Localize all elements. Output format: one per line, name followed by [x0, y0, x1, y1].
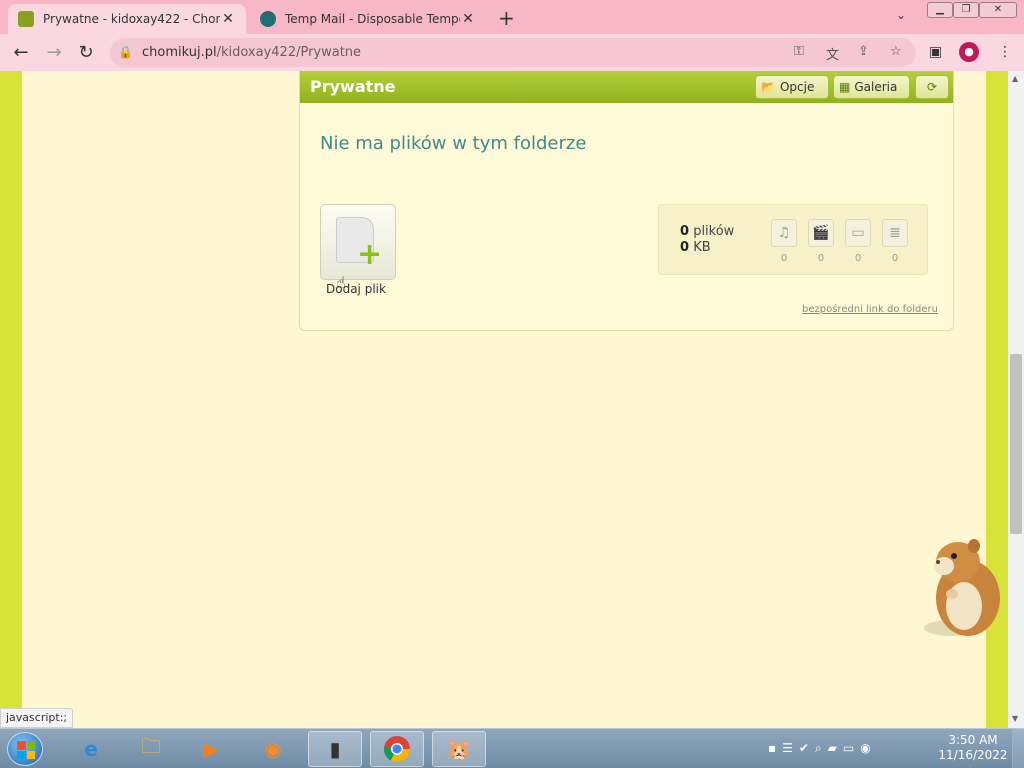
music-icon[interactable]: ♫	[771, 219, 797, 247]
image-count: 0	[854, 253, 862, 264]
media-player-icon[interactable]: ▶	[184, 731, 238, 767]
chrome-logo-icon	[383, 736, 411, 763]
system-clock[interactable]: 3:50 AM 11/16/2022	[938, 733, 1008, 763]
folder-header: Prywatne 📂 Opcje ▦ Galeria ⟳	[300, 71, 953, 103]
folder-gear-icon: 📂	[761, 80, 776, 94]
tab-temp-mail[interactable]: Temp Mail - Disposable Temporary Email ✕	[250, 4, 486, 34]
options-button[interactable]: 📂 Opcje	[755, 75, 829, 99]
scroll-up-arrow-icon[interactable]: ▲	[1012, 74, 1018, 83]
chrome-icon[interactable]	[370, 731, 424, 767]
page-scrollbar[interactable]: ▲ ▼	[1008, 71, 1024, 728]
size-unit: KB	[693, 240, 711, 255]
empty-folder-message: Nie ma plików w tym folderze	[320, 133, 587, 154]
tab-title: Prywatne - kidoxay422 - Chomikuj	[43, 12, 220, 26]
browser-toolbar: ← → ↻ 🔒 chomikuj.pl/kidoxay422/Prywatne …	[0, 34, 1024, 71]
scrollbar-thumb[interactable]	[1010, 354, 1022, 534]
hamster-mascot-icon[interactable]	[922, 536, 1006, 640]
video-count: 0	[817, 253, 825, 264]
tab-strip: Prywatne - kidoxay422 - Chomikuj ✕ Temp …	[0, 0, 1024, 34]
tab-close-icon[interactable]: ✕	[460, 11, 476, 27]
clock-time: 3:50 AM	[948, 733, 998, 747]
grid-icon: ▦	[839, 80, 851, 94]
chomikuj-favicon-icon	[18, 11, 34, 27]
folder-title: Prywatne	[310, 77, 396, 96]
left-stripe	[0, 71, 22, 728]
direct-folder-link[interactable]: bezpośredni link do folderu	[802, 304, 938, 315]
clock-date: 11/16/2022	[938, 748, 1008, 762]
folder-panel: Prywatne 📂 Opcje ▦ Galeria ⟳ Nie ma plik…	[299, 71, 954, 331]
page-content: Prywatne 📂 Opcje ▦ Galeria ⟳ Nie ma plik…	[0, 71, 1008, 728]
forward-button[interactable]: →	[41, 40, 67, 66]
system-tray[interactable]: ▪☰✔⌕▰▭◉	[768, 741, 877, 756]
share-icon[interactable]: ⇪	[858, 44, 869, 59]
hand-cursor-icon: ☝	[336, 273, 346, 292]
translate-icon[interactable]: 文	[826, 44, 839, 63]
menu-kebab-icon[interactable]: ⋮	[998, 44, 1012, 60]
size-line: 0 KB	[680, 240, 711, 255]
size-value: 0	[680, 240, 690, 255]
plus-icon: +	[357, 237, 383, 272]
windows-logo-icon	[17, 741, 35, 759]
temp-mail-favicon-icon	[260, 11, 276, 27]
files-count-line: 0 plików	[680, 224, 734, 239]
bookmark-star-icon[interactable]: ☆	[890, 44, 902, 59]
reload-button[interactable]: ↻	[73, 40, 99, 66]
add-file-label[interactable]: Dodaj plik	[326, 282, 386, 296]
address-bar[interactable]: 🔒 chomikuj.pl/kidoxay422/Prywatne ⚿ 文 ⇪ …	[110, 38, 916, 67]
tab-title: Temp Mail - Disposable Temporary Email	[285, 12, 460, 26]
close-window-button[interactable]: ✕	[979, 2, 1017, 18]
back-button[interactable]: ←	[8, 40, 34, 66]
music-count: 0	[780, 253, 788, 264]
profile-avatar-icon[interactable]: ●	[959, 42, 979, 62]
refresh-icon: ⟳	[926, 80, 938, 94]
start-button[interactable]	[7, 732, 43, 766]
add-file-button[interactable]: +	[320, 204, 396, 280]
windows-taskbar: e 🗀 ▶ ◉ ▮ 🐹 ▪☰✔⌕▰▭◉ 3:50 AM 11/16/2022	[0, 728, 1024, 768]
scroll-down-arrow-icon[interactable]: ▼	[1012, 714, 1018, 723]
hamster-app-icon[interactable]: 🐹	[432, 731, 486, 767]
gallery-button[interactable]: ▦ Galeria	[833, 75, 910, 99]
minimize-button[interactable]: ▁	[927, 2, 953, 18]
tab-close-icon[interactable]: ✕	[220, 11, 236, 27]
show-desktop-button[interactable]	[1012, 729, 1024, 768]
internet-explorer-icon[interactable]: e	[64, 731, 118, 767]
maximize-button[interactable]: ❐	[953, 2, 979, 18]
tab-chomikuj[interactable]: Prywatne - kidoxay422 - Chomikuj ✕	[8, 4, 246, 34]
image-icon[interactable]: ▭	[845, 219, 871, 247]
options-label: Opcje	[779, 80, 815, 94]
document-icon[interactable]: ≣	[882, 219, 908, 247]
file-explorer-icon[interactable]: 🗀	[124, 731, 178, 767]
status-bar: javascript:;	[0, 708, 74, 728]
files-label: plików	[693, 224, 735, 239]
new-tab-button[interactable]: +	[498, 6, 515, 30]
video-icon[interactable]: 🎬	[808, 219, 834, 247]
refresh-button[interactable]: ⟳	[915, 75, 949, 99]
tab-search-chevron-icon[interactable]: ⌄	[896, 8, 906, 22]
side-panel-icon[interactable]: ▣	[929, 44, 942, 60]
folder-stats: 0 plików 0 KB ♫ 0 🎬 0 ▭ 0 ≣ 0	[658, 204, 928, 275]
gallery-label: Galeria	[854, 80, 898, 94]
url-domain: chomikuj.pl	[142, 45, 217, 60]
key-icon[interactable]: ⚿	[794, 44, 804, 59]
url-text[interactable]: chomikuj.pl/kidoxay422/Prywatne	[142, 45, 361, 60]
notes-app-icon[interactable]: ▮	[308, 731, 362, 767]
uc-browser-icon[interactable]: ◉	[246, 731, 300, 767]
files-count: 0	[680, 224, 690, 239]
document-count: 0	[891, 253, 899, 264]
lock-icon: 🔒	[118, 45, 133, 59]
url-path: /kidoxay422/Prywatne	[216, 45, 362, 60]
